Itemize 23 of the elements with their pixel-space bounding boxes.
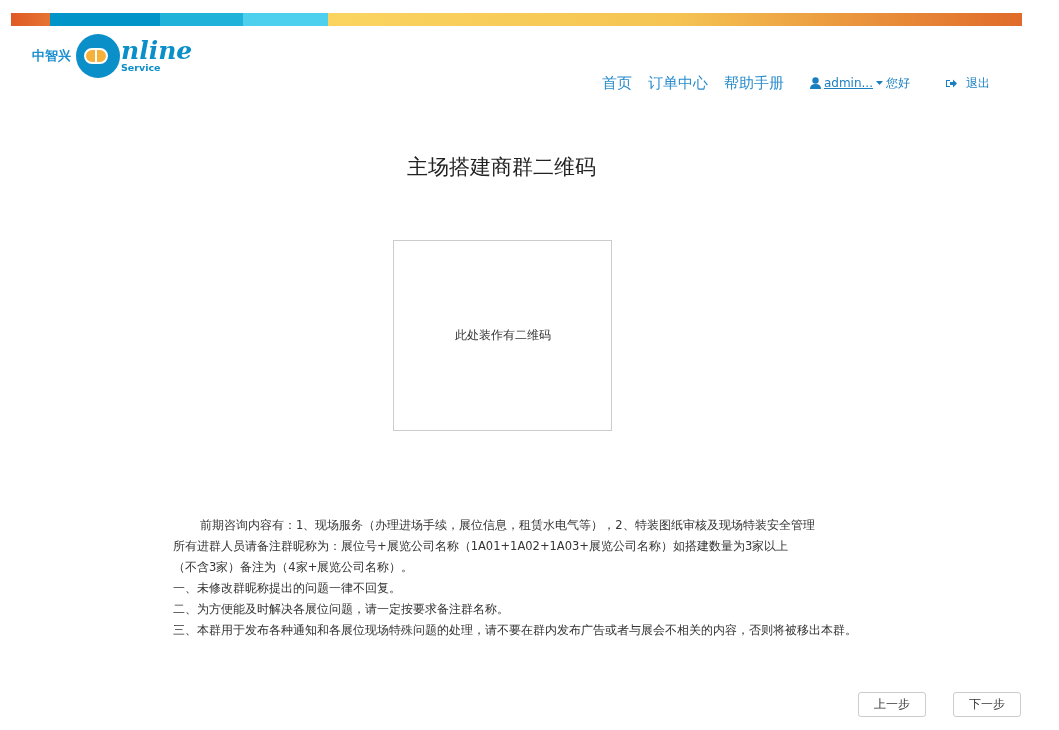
- nav-link[interactable]: 首页: [601, 73, 632, 93]
- step-button[interactable]: 上一步: [858, 692, 926, 717]
- notice-text: 前期咨询内容有：1、现场服务（办理进场手续，展位信息，租赁水电气等），2、特装图纸审核及现场特装安全管理: [199, 517, 816, 534]
- step-button[interactable]: 下一步: [953, 692, 1021, 717]
- notice-text: 一、未修改群昵称提出的问题一律不回复。: [173, 580, 402, 597]
- page-title: 主场搭建商群二维码: [405, 154, 597, 181]
- logout-icon: [946, 78, 957, 88]
- logo-tagline: Service: [121, 63, 162, 73]
- logo-brand: 中智兴: [32, 47, 71, 65]
- nav-link[interactable]: 订单中心: [647, 73, 708, 93]
- caret-icon: [876, 81, 883, 85]
- notice-text: 三、本群用于发布各种通知和各展位现场特殊问题的处理，请不要在群内发布广告或者与展会不相关的内容，否则将被移出本群。: [173, 622, 858, 639]
- qr-placeholder-text: 此处装作有二维码: [454, 327, 551, 344]
- logo-word: nline: [121, 39, 193, 63]
- nav-link[interactable]: 帮助手册: [723, 73, 784, 93]
- notice-text: 二、为方便能及时解决各展位问题，请一定按要求备注群名称。: [173, 601, 510, 618]
- logo-mouse-icon: [75, 33, 121, 79]
- notice-text: （不含3家）备注为（4家+展览公司名称）。: [173, 559, 415, 576]
- user-name-link[interactable]: admin...: [823, 76, 873, 90]
- notice-text: 所有进群人员请备注群昵称为：展位号+展览公司名称（1A01+1A02+1A03+展览公司名称）如搭建数量为3家以上: [173, 538, 790, 555]
- greeting-text: 您好: [886, 74, 910, 92]
- logout-link[interactable]: 退出: [966, 74, 990, 92]
- user-icon: [809, 77, 821, 89]
